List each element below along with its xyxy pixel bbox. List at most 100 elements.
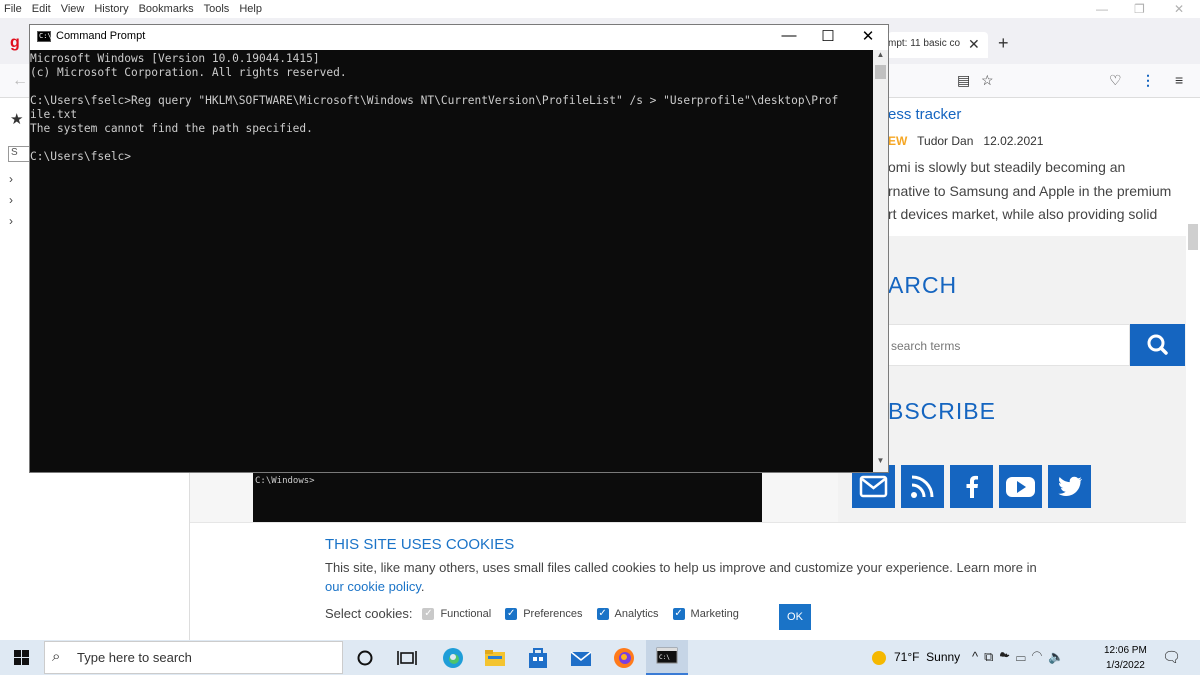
search-input[interactable]: search terms <box>876 324 1130 366</box>
new-tab-icon[interactable]: + <box>998 33 1009 54</box>
desktop-screen: File Edit View History Bookmarks Tools H… <box>0 0 1200 675</box>
weather-temp: 71°F <box>894 650 920 664</box>
search-button[interactable] <box>1130 324 1185 366</box>
cmd-close-icon[interactable]: ✕ <box>848 27 888 45</box>
scroll-down-icon[interactable]: ▼ <box>873 456 888 470</box>
search-heading: ARCH <box>888 272 958 298</box>
console-line: Microsoft Windows [Version 10.0.19044.14… <box>30 52 320 65</box>
cookie-policy-link[interactable]: our cookie policy <box>325 579 421 594</box>
cmd-scrollbar-thumb[interactable] <box>875 65 886 79</box>
site-logo-icon: g <box>10 34 20 51</box>
console-line: (c) Microsoft Corporation. All rights re… <box>30 66 347 79</box>
cookie-description: This site, like many others, uses small … <box>325 560 1037 575</box>
cmd-console-output[interactable]: Microsoft Windows [Version 10.0.19044.14… <box>30 50 873 472</box>
task-view-button[interactable] <box>394 645 420 671</box>
scroll-up-icon[interactable]: ▲ <box>873 50 888 64</box>
battery-icon[interactable]: ▭ <box>1016 649 1032 664</box>
tree-expand-icon[interactable]: › <box>9 172 13 186</box>
clock[interactable]: 12:06 PM 1/3/2022 <box>1104 643 1147 673</box>
cmd-app-icon: C:\ <box>37 31 52 42</box>
reader-view-icon[interactable]: ▤ <box>957 72 970 89</box>
edge-button[interactable] <box>440 645 466 671</box>
checkbox-check-icon: ✓ <box>422 607 435 620</box>
store-button[interactable] <box>525 645 551 671</box>
excerpt-line: rt devices market, while also providing … <box>888 206 1158 222</box>
article-title-link[interactable]: ess tracker <box>888 106 961 123</box>
page-scrollbar[interactable] <box>1186 98 1200 640</box>
weather-widget[interactable]: 71°F Sunny <box>872 650 960 665</box>
checkbox-label: Functional <box>440 607 492 620</box>
menu-view[interactable]: View <box>61 3 85 15</box>
firefox-taskbar-button[interactable] <box>611 645 637 671</box>
embedded-cmd-prompt: C:\Windows> <box>255 476 315 486</box>
marketing-checkbox[interactable]: ✓ Marketing <box>672 607 739 620</box>
search-icon: ⌕ <box>52 648 61 665</box>
tab-close-icon[interactable]: ✕ <box>968 36 980 53</box>
volume-icon[interactable]: 🔈 <box>1048 649 1070 664</box>
wifi-icon[interactable]: ◠ <box>1032 649 1048 664</box>
menu-tools[interactable]: Tools <box>204 3 230 15</box>
cookie-title: THIS SITE USES COOKIES <box>325 536 515 553</box>
sun-icon <box>872 650 886 665</box>
task-view-icon <box>397 651 417 665</box>
tree-expand-icon[interactable]: › <box>9 193 13 207</box>
menu-file[interactable]: File <box>4 3 22 15</box>
file-explorer-button[interactable] <box>482 645 508 671</box>
page-scrollbar-thumb[interactable] <box>1188 224 1198 250</box>
article-excerpt: omi is slowly but steadily becoming an r… <box>888 156 1180 227</box>
store-icon <box>529 648 547 668</box>
subscribe-heading: BSCRIBE <box>888 398 996 424</box>
app-menu-icon[interactable]: ≡ <box>1175 72 1183 88</box>
bookmark-star-icon[interactable]: ☆ <box>981 72 994 89</box>
cmd-window[interactable]: C:\ Command Prompt — ☐ ✕ Microsoft Windo… <box>29 24 889 473</box>
facebook-icon <box>966 475 978 498</box>
menu-history[interactable]: History <box>94 3 128 15</box>
checkbox-label: Preferences <box>523 607 583 620</box>
svg-text:C:\: C:\ <box>659 654 670 661</box>
analytics-checkbox[interactable]: ✓ Analytics <box>596 607 659 620</box>
onedrive-icon[interactable]: ☁ <box>999 649 1015 664</box>
console-line: ile.txt <box>30 108 78 121</box>
console-line: The system cannot find the path specifie… <box>30 122 313 135</box>
youtube-button[interactable] <box>999 465 1042 508</box>
rss-subscribe-button[interactable] <box>901 465 944 508</box>
tray-chevron-up-icon[interactable]: ^ <box>972 649 984 664</box>
cmd-scrollbar[interactable]: ▲ ▼ <box>873 50 888 472</box>
cookie-ok-button[interactable]: OK <box>779 604 811 630</box>
cmd-taskbar-button[interactable]: C:\ <box>646 640 688 675</box>
menu-edit[interactable]: Edit <box>32 3 51 15</box>
menu-bookmarks[interactable]: Bookmarks <box>139 3 194 15</box>
firefox-restore-icon[interactable]: ❐ <box>1134 2 1145 16</box>
console-line: C:\Users\fselc>Reg query "HKLM\SOFTWARE\… <box>30 94 839 107</box>
firefox-close-icon[interactable]: ✕ <box>1174 2 1184 16</box>
cookie-text: This site, like many others, uses small … <box>325 558 1045 596</box>
tray-meet-now-icon[interactable]: ⧉ <box>984 649 999 664</box>
firefox-minimize-icon[interactable]: — <box>1096 2 1108 16</box>
cmd-maximize-icon[interactable]: ☐ <box>808 27 848 45</box>
mail-button[interactable] <box>568 645 594 671</box>
clock-time: 12:06 PM <box>1104 645 1147 656</box>
youtube-icon <box>1006 477 1035 497</box>
extension-icon[interactable]: ⋮ <box>1141 72 1155 89</box>
facebook-button[interactable] <box>950 465 993 508</box>
checkbox-check-icon: ✓ <box>505 607 518 620</box>
tree-expand-icon[interactable]: › <box>9 214 13 228</box>
preferences-checkbox[interactable]: ✓ Preferences <box>505 607 583 620</box>
pocket-icon[interactable]: ♡ <box>1109 72 1122 89</box>
menu-help[interactable]: Help <box>239 3 262 15</box>
notification-center-icon[interactable]: 🗨 <box>1162 648 1181 666</box>
excerpt-line: omi is slowly but steadily becoming an <box>888 159 1126 175</box>
checkbox-check-icon: ✓ <box>672 607 685 620</box>
start-button[interactable] <box>0 640 44 675</box>
cmd-minimize-icon[interactable]: — <box>769 27 809 44</box>
mail-icon <box>570 651 592 666</box>
cmd-titlebar[interactable]: C:\ Command Prompt — ☐ ✕ <box>30 25 888 50</box>
twitter-button[interactable] <box>1048 465 1091 508</box>
back-arrow-icon[interactable]: ← <box>12 72 28 90</box>
cortana-button[interactable] <box>352 645 378 671</box>
file-explorer-icon <box>485 650 505 666</box>
article-author: Tudor Dan <box>917 134 974 148</box>
firefox-menubar: File Edit View History Bookmarks Tools H… <box>0 0 1200 18</box>
firefox-icon <box>614 648 634 668</box>
